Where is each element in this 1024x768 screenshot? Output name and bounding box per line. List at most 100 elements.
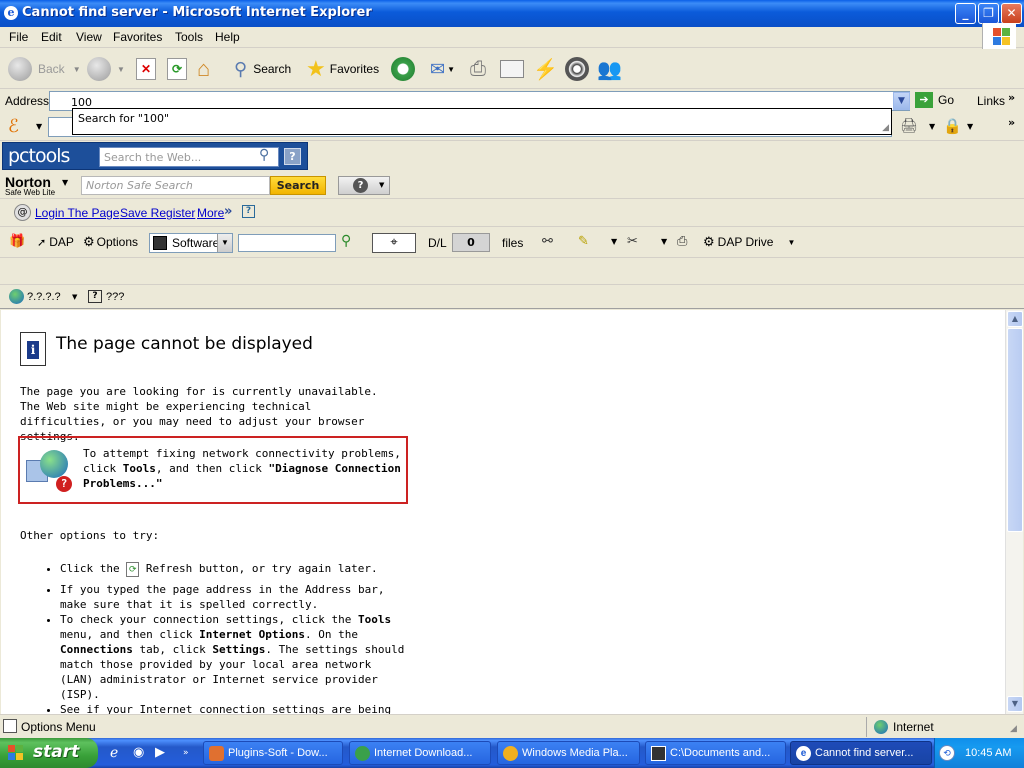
- list-item: Click the ⟳ Refresh button, or try again…: [60, 561, 410, 577]
- save-register-link[interactable]: Save Register: [120, 206, 195, 220]
- search-button[interactable]: ⚲ Search: [234, 54, 291, 84]
- clock-sync-icon[interactable]: ⟲: [939, 745, 955, 761]
- home-button[interactable]: ⌂: [197, 54, 210, 84]
- edit-button[interactable]: [500, 54, 524, 84]
- search-icon[interactable]: ⚲: [259, 147, 269, 163]
- menu-edit[interactable]: Edit: [41, 30, 62, 44]
- more-link[interactable]: More: [197, 206, 224, 220]
- task-internet-download[interactable]: Internet Download...: [349, 741, 491, 765]
- menu-file[interactable]: File: [9, 30, 28, 44]
- pctools-search-input[interactable]: Search the Web...: [99, 147, 279, 167]
- tool-icon[interactable]: 🖨: [900, 118, 918, 134]
- links-label[interactable]: Links: [977, 94, 1005, 108]
- browser-quicklaunch-icon[interactable]: ◉: [133, 745, 144, 760]
- software-select[interactable]: Software ▼: [149, 233, 233, 253]
- ie-quicklaunch-icon[interactable]: ℯ: [110, 745, 118, 761]
- chevron-down-icon[interactable]: ▼: [661, 237, 667, 246]
- media-quicklaunch-icon[interactable]: ▶: [155, 745, 165, 760]
- chevron-down-icon[interactable]: ▼: [117, 65, 125, 74]
- chevron-down-icon[interactable]: ▼: [72, 293, 77, 301]
- menu-tools[interactable]: Tools: [175, 30, 203, 44]
- login-page-link[interactable]: Login The Page: [35, 206, 120, 220]
- other-options-heading: Other options to try:: [20, 529, 160, 542]
- search-icon: ⚲: [234, 58, 248, 79]
- help-icon[interactable]: ?: [88, 290, 102, 303]
- chevron-right-icon[interactable]: »: [224, 204, 232, 219]
- globe-icon: [9, 289, 24, 304]
- forward-button[interactable]: ▼: [87, 54, 125, 84]
- lang-item-2[interactable]: ???: [106, 291, 124, 303]
- lock-icon[interactable]: 🔒: [943, 117, 962, 135]
- norton-search-input[interactable]: Norton Safe Search: [81, 176, 270, 195]
- status-text: Options Menu: [21, 720, 96, 734]
- clipboard-icon[interactable]: ✂: [627, 234, 638, 249]
- refresh-button[interactable]: ⟳: [167, 54, 187, 84]
- norton-search-button[interactable]: Search: [270, 176, 326, 195]
- chevron-down-icon[interactable]: ▼: [611, 237, 617, 246]
- chevron-right-icon[interactable]: »: [1008, 91, 1015, 104]
- chevron-down-icon[interactable]: ▼: [447, 65, 455, 74]
- printer-icon[interactable]: ⎙: [677, 234, 687, 249]
- back-button[interactable]: Back ▼: [8, 54, 81, 84]
- options-button[interactable]: ⚙ Options: [83, 234, 138, 250]
- lang-item-1[interactable]: ?.?.?.?: [27, 291, 61, 303]
- diagnose-tools: Tools: [122, 462, 156, 475]
- resize-grip-icon[interactable]: ◢: [1010, 723, 1017, 734]
- task-windows-media[interactable]: Windows Media Pla...: [497, 741, 640, 765]
- scroll-down-button[interactable]: ▼: [1007, 696, 1023, 712]
- close-button[interactable]: ✕: [1001, 3, 1022, 24]
- help-icon[interactable]: ?: [242, 205, 255, 218]
- chevron-down-icon[interactable]: ▼: [36, 122, 42, 131]
- dap-search-input[interactable]: [238, 234, 336, 252]
- menu-view[interactable]: View: [76, 30, 102, 44]
- messenger-button[interactable]: 👥: [597, 54, 622, 84]
- chevron-down-icon[interactable]: ▼: [929, 122, 935, 131]
- research-button[interactable]: [565, 54, 589, 84]
- highlighter-icon[interactable]: ✎: [578, 234, 589, 249]
- norton-help-button[interactable]: ? ▼: [338, 176, 390, 195]
- chevron-down-icon[interactable]: ▼: [62, 178, 68, 187]
- standard-toolbar: Back ▼ ▼ ✕ ⟳ ⌂ ⚲ Search ★ Favorites ✉ ▼ …: [0, 49, 1024, 89]
- clock[interactable]: 10:45 AM: [965, 747, 1011, 759]
- crosshair-icon[interactable]: ⌖: [372, 233, 416, 253]
- chevron-down-icon[interactable]: ▼: [217, 234, 232, 252]
- menu-help[interactable]: Help: [215, 30, 240, 44]
- start-button[interactable]: start: [0, 738, 98, 768]
- favorites-button[interactable]: ★ Favorites: [306, 54, 379, 84]
- minimize-button[interactable]: _: [955, 3, 976, 24]
- stop-button[interactable]: ✕: [136, 54, 156, 84]
- dap-button[interactable]: ➚ DAP: [37, 235, 74, 249]
- address-suggestion-dropdown[interactable]: Search for "100" ◢: [72, 108, 892, 135]
- scroll-up-button[interactable]: ▲: [1007, 311, 1023, 327]
- task-documents[interactable]: C:\Documents and...: [645, 741, 786, 765]
- archive-icon: [651, 746, 666, 761]
- cursor-icon: ➚: [37, 236, 47, 249]
- suggestion-item[interactable]: Search for "100": [78, 112, 169, 125]
- chevron-right-icon[interactable]: »: [1008, 116, 1015, 129]
- mail-button[interactable]: ✉ ▼: [430, 54, 455, 84]
- chevron-down-icon[interactable]: ▼: [73, 65, 81, 74]
- maximize-button[interactable]: ❐: [978, 3, 999, 24]
- binoculars-icon[interactable]: ⚯: [542, 234, 553, 249]
- discuss-button[interactable]: ⚡: [533, 54, 558, 84]
- resize-grip-icon[interactable]: ◢: [882, 123, 889, 133]
- help-icon[interactable]: ?: [284, 148, 301, 165]
- search-icon[interactable]: ⚲: [341, 233, 351, 249]
- gift-icon[interactable]: 🎁: [9, 234, 25, 249]
- task-cannot-find-server[interactable]: e Cannot find server...: [790, 741, 932, 765]
- chevron-down-icon[interactable]: ▼: [787, 238, 795, 247]
- print-button[interactable]: ⎙: [470, 54, 486, 84]
- dl-label: D/L: [428, 236, 447, 250]
- history-button[interactable]: [391, 54, 415, 84]
- address-dropdown-button[interactable]: ▼: [893, 92, 910, 110]
- chevron-down-icon[interactable]: ▼: [967, 122, 973, 131]
- scroll-thumb[interactable]: [1007, 328, 1023, 532]
- options-label: Options: [96, 235, 139, 249]
- chevron-right-icon[interactable]: »: [183, 748, 189, 758]
- dap-drive-button[interactable]: ⚙ DAP Drive ▼: [703, 234, 795, 250]
- task-plugins-soft[interactable]: Plugins-Soft - Dow...: [203, 741, 343, 765]
- go-button[interactable]: ➔ Go: [915, 92, 954, 108]
- toolbar-logo-icon: ℰ: [8, 116, 19, 137]
- vertical-scrollbar[interactable]: ▲ ▼: [1005, 310, 1023, 714]
- menu-favorites[interactable]: Favorites: [113, 30, 162, 44]
